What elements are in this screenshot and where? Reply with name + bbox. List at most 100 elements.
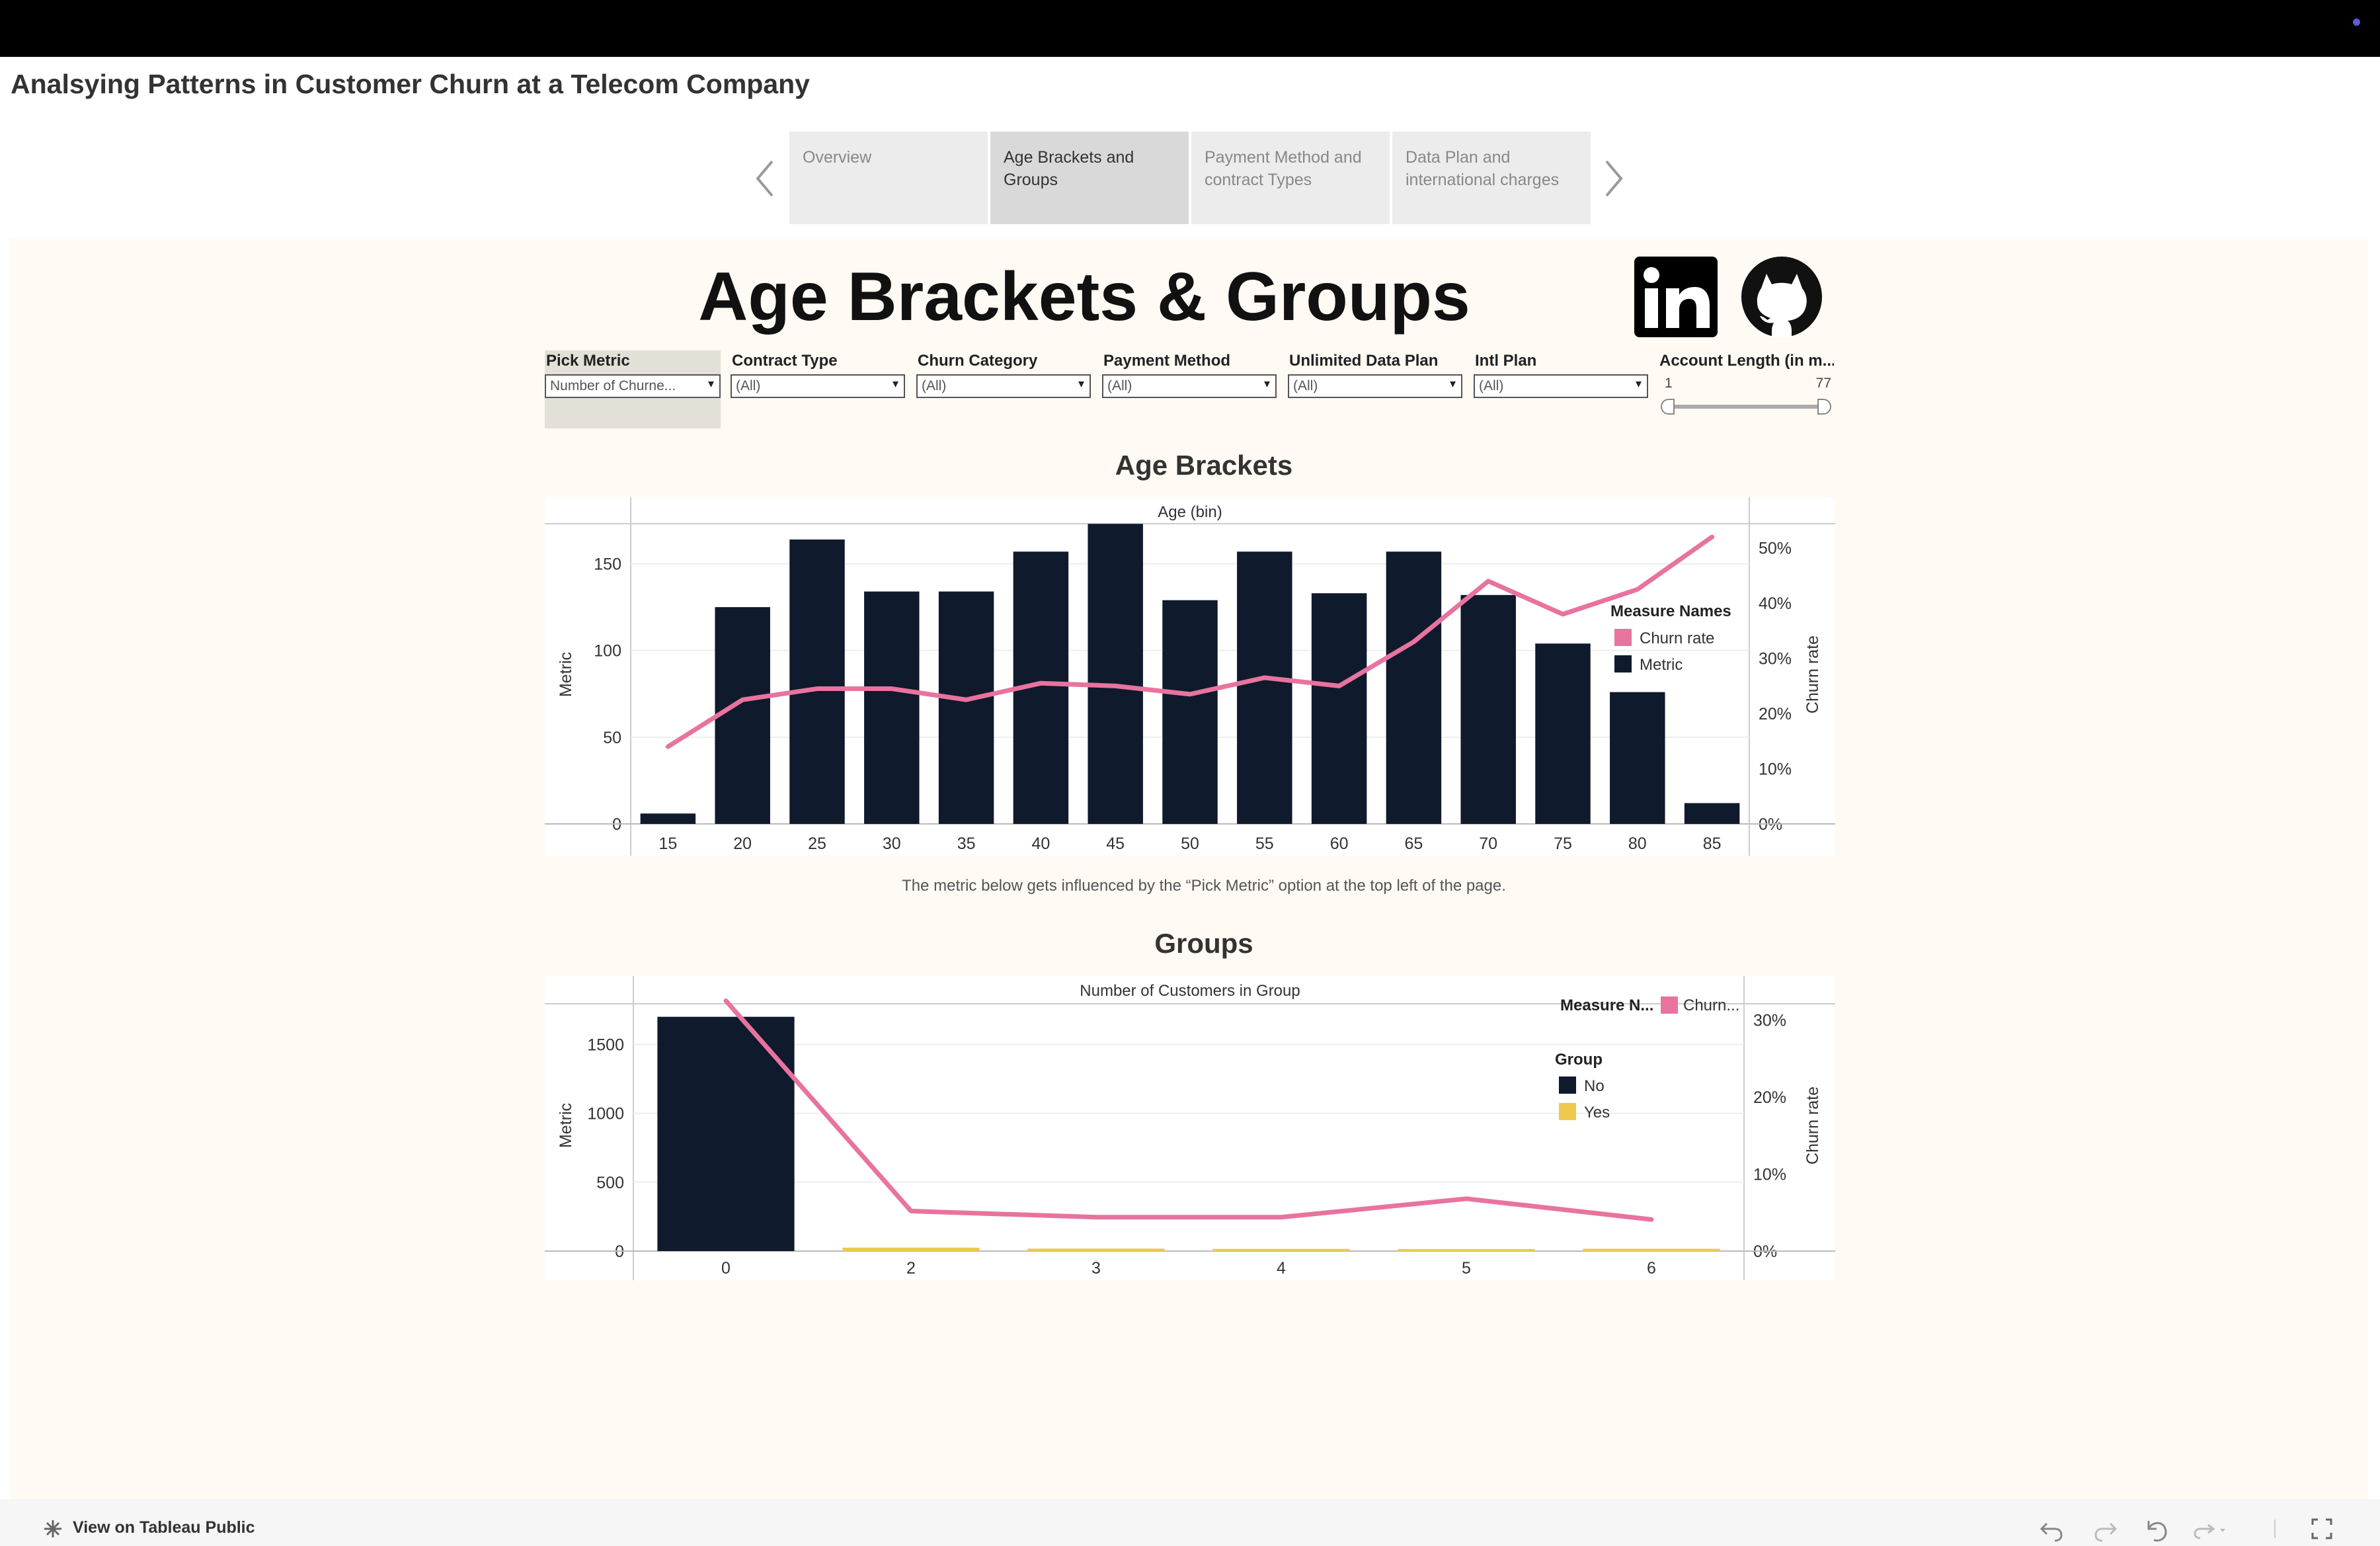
tab-age-brackets[interactable]: Age Brackets and Groups bbox=[990, 132, 1189, 224]
tab-payment-method[interactable]: Payment Method and contract Types bbox=[1191, 132, 1390, 224]
bar-metric bbox=[1610, 692, 1665, 824]
pick-metric-value: Number of Churne... bbox=[550, 378, 676, 393]
churn-category-select[interactable]: (All) ▾ bbox=[916, 374, 1091, 398]
age-brackets-chart: Age (bin) Metric Churn rate 0501001500%1… bbox=[545, 497, 1835, 856]
unlimited-data-plan-select[interactable]: (All) ▾ bbox=[1288, 374, 1462, 398]
legend-swatch-yes bbox=[1559, 1103, 1576, 1120]
legend-item-churn: Churn... bbox=[1683, 997, 1739, 1014]
filter-payment-method[interactable]: Payment Method (All) ▾ bbox=[1102, 350, 1277, 428]
y2-tick-label: 50% bbox=[1759, 540, 1792, 558]
x-tick-label: 35 bbox=[957, 834, 976, 853]
refresh-icon[interactable] bbox=[2191, 1518, 2231, 1542]
tab-age-brackets-label-2: Groups bbox=[1004, 171, 1058, 189]
y-axis-label: Metric bbox=[557, 1103, 575, 1148]
filter-churn-category[interactable]: Churn Category (All) ▾ bbox=[916, 350, 1091, 428]
y2-tick-label: 40% bbox=[1759, 594, 1792, 613]
x-tick-label: 45 bbox=[1106, 834, 1125, 853]
filter-account-length-label: Account Length (in m... bbox=[1659, 352, 1834, 370]
tab-data-plan-label-2: international charges bbox=[1406, 171, 1560, 189]
bar-metric bbox=[1460, 594, 1516, 824]
bar-yes bbox=[842, 1247, 980, 1251]
pick-metric-select[interactable]: Number of Churne... ▾ bbox=[545, 374, 721, 398]
bar-metric bbox=[789, 539, 845, 824]
x-tick-label: 50 bbox=[1181, 834, 1199, 853]
chevron-down-icon: ▾ bbox=[892, 377, 898, 390]
x-tick-label: 70 bbox=[1479, 834, 1497, 853]
filter-contract-type[interactable]: Contract Type (All) ▾ bbox=[731, 350, 905, 428]
next-tab-arrow-icon[interactable] bbox=[1603, 159, 1625, 198]
page-title: Analsying Patterns in Customer Churn at … bbox=[11, 69, 810, 99]
bar-metric bbox=[1237, 551, 1292, 824]
x-tick-label: 30 bbox=[883, 834, 901, 853]
y-tick-label: 500 bbox=[596, 1174, 624, 1192]
contract-type-value: (All) bbox=[736, 378, 761, 393]
undo-icon[interactable] bbox=[2039, 1518, 2065, 1542]
y2-axis-label: Churn rate bbox=[1804, 1086, 1822, 1164]
view-on-tableau-link[interactable]: View on Tableau Public bbox=[73, 1518, 255, 1537]
x-tick-label: 5 bbox=[1462, 1259, 1471, 1278]
filter-churn-category-label: Churn Category bbox=[918, 352, 1038, 370]
metric-note: The metric below gets influenced by the … bbox=[902, 877, 1506, 895]
bar-metric bbox=[640, 813, 696, 824]
legend-item-yes: Yes bbox=[1584, 1104, 1610, 1121]
bar-metric bbox=[1088, 524, 1143, 824]
y2-tick-label: 20% bbox=[1759, 705, 1792, 723]
payment-method-select[interactable]: (All) ▾ bbox=[1102, 374, 1277, 398]
prev-tab-arrow-icon[interactable] bbox=[754, 159, 776, 198]
legend-item-no: No bbox=[1584, 1077, 1605, 1095]
x-tick-label: 65 bbox=[1404, 834, 1423, 853]
filter-account-length[interactable]: Account Length (in m... 1 77 bbox=[1658, 350, 1834, 428]
y2-axis-label: Churn rate bbox=[1804, 635, 1822, 713]
filter-pick-metric[interactable]: Pick Metric Number of Churne... ▾ bbox=[545, 350, 721, 428]
slider-min-handle[interactable] bbox=[1661, 399, 1675, 415]
github-icon[interactable] bbox=[1739, 255, 1825, 339]
filter-unlimited-data-plan[interactable]: Unlimited Data Plan (All) ▾ bbox=[1288, 350, 1462, 428]
x-tick-label: 75 bbox=[1554, 834, 1572, 853]
bar-yes bbox=[1212, 1248, 1350, 1251]
slider-max-handle[interactable] bbox=[1817, 399, 1831, 415]
redo-icon[interactable] bbox=[2092, 1518, 2118, 1542]
x-tick-label: 4 bbox=[1277, 1259, 1286, 1278]
filter-intl-plan[interactable]: Intl Plan (All) ▾ bbox=[1474, 350, 1648, 428]
slider-min-value: 1 bbox=[1665, 376, 1673, 391]
x-tick-label: 80 bbox=[1628, 834, 1647, 853]
account-length-slider[interactable] bbox=[1658, 395, 1834, 418]
slider-track bbox=[1670, 405, 1825, 409]
filter-contract-type-label: Contract Type bbox=[732, 352, 838, 370]
legend-title: Measure Names bbox=[1610, 602, 1731, 620]
fullscreen-icon[interactable] bbox=[2310, 1517, 2334, 1541]
linkedin-icon[interactable] bbox=[1633, 255, 1719, 339]
x-tick-label: 2 bbox=[906, 1259, 916, 1278]
contract-type-select[interactable]: (All) ▾ bbox=[731, 374, 905, 398]
bar-metric bbox=[1535, 643, 1591, 824]
legend-swatch-metric bbox=[1614, 655, 1632, 672]
x-tick-label: 55 bbox=[1255, 834, 1274, 853]
tab-data-plan[interactable]: Data Plan and international charges bbox=[1392, 132, 1591, 224]
slider-max-value: 77 bbox=[1815, 376, 1831, 391]
filter-intl-plan-label: Intl Plan bbox=[1475, 352, 1537, 370]
legend-swatch-no bbox=[1559, 1077, 1576, 1094]
bar-metric bbox=[715, 607, 770, 824]
dashboard-title: Age Brackets & Groups bbox=[698, 259, 1470, 335]
bar-metric bbox=[1386, 551, 1442, 824]
tableau-logo-icon bbox=[44, 1520, 61, 1537]
bar-metric bbox=[1162, 600, 1218, 824]
bar-metric bbox=[1311, 593, 1367, 824]
legend-measure-title: Measure N... bbox=[1560, 997, 1653, 1014]
y-tick-label: 1500 bbox=[587, 1036, 624, 1054]
tab-overview[interactable]: Overview bbox=[789, 132, 988, 224]
x-tick-label: 3 bbox=[1091, 1259, 1101, 1278]
bar-yes bbox=[1027, 1248, 1165, 1251]
status-dot bbox=[2353, 19, 2360, 26]
x-tick-label: 40 bbox=[1031, 834, 1050, 853]
line-series-churn-rate bbox=[723, 998, 1654, 1222]
intl-plan-select[interactable]: (All) ▾ bbox=[1474, 374, 1648, 398]
churn-category-value: (All) bbox=[922, 378, 947, 393]
revert-icon[interactable] bbox=[2145, 1518, 2171, 1542]
groups-title: Groups bbox=[1154, 928, 1253, 959]
x-tick-label: 20 bbox=[733, 834, 752, 853]
y2-tick-label: 20% bbox=[1753, 1088, 1786, 1107]
chart-header: Age (bin) bbox=[1158, 503, 1222, 521]
tab-payment-method-label-2: contract Types bbox=[1205, 171, 1312, 189]
bar-metric bbox=[938, 591, 994, 824]
